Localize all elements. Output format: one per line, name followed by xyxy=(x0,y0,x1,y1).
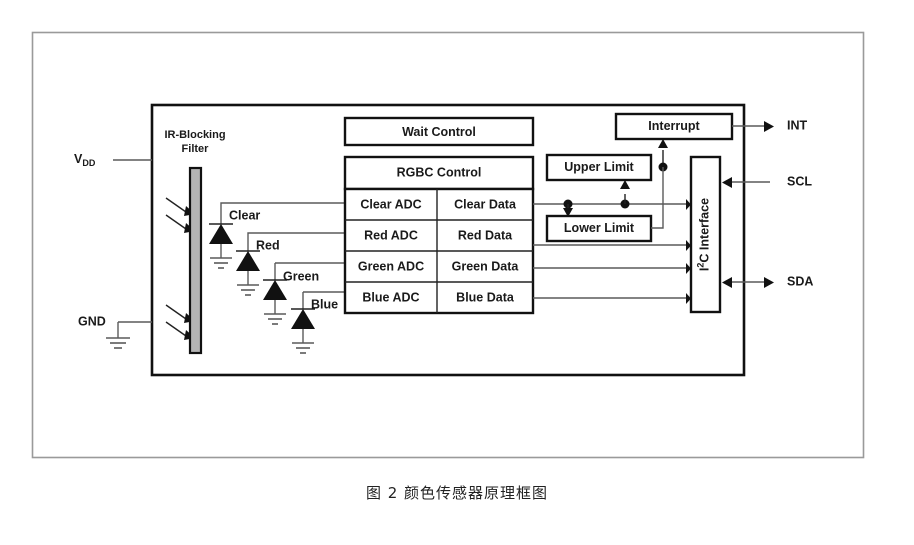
int-label: INT xyxy=(787,118,808,132)
red-adc-label: Red ADC xyxy=(364,228,418,242)
clear-data-label: Clear Data xyxy=(454,197,517,211)
blue-adc-label: Blue ADC xyxy=(362,290,419,304)
figure-container: VDD GND IR-Blocking Filter Clear Red Gre… xyxy=(0,0,914,545)
lower-limit-label: Lower Limit xyxy=(564,221,635,235)
photodiode-label-blue: Blue xyxy=(311,297,338,311)
filter-label-line2: Filter xyxy=(182,143,210,155)
i2c-interface-label: I2C Interface xyxy=(696,198,712,271)
gnd-label: GND xyxy=(78,314,106,328)
red-data-label: Red Data xyxy=(458,228,513,242)
green-data-label: Green Data xyxy=(452,259,520,273)
photodiode-label-clear: Clear xyxy=(229,208,260,222)
filter-label-line1: IR-Blocking xyxy=(164,129,225,141)
interrupt-label: Interrupt xyxy=(648,119,700,133)
photodiode-label-red: Red xyxy=(256,238,280,252)
sda-label: SDA xyxy=(787,274,813,288)
blue-data-label: Blue Data xyxy=(456,290,515,304)
upper-limit-label: Upper Limit xyxy=(564,160,634,174)
ir-blocking-filter xyxy=(188,166,203,355)
scl-label: SCL xyxy=(787,174,812,188)
green-adc-label: Green ADC xyxy=(358,259,424,273)
figure-caption: 图 2 颜色传感器原理框图 xyxy=(365,484,549,502)
photodiode-label-green: Green xyxy=(283,269,319,283)
block-diagram-svg: VDD GND IR-Blocking Filter Clear Red Gre… xyxy=(31,31,865,459)
clear-adc-label: Clear ADC xyxy=(360,197,421,211)
wait-control-label: Wait Control xyxy=(402,125,476,139)
rgbc-control-label: RGBC Control xyxy=(397,165,482,179)
